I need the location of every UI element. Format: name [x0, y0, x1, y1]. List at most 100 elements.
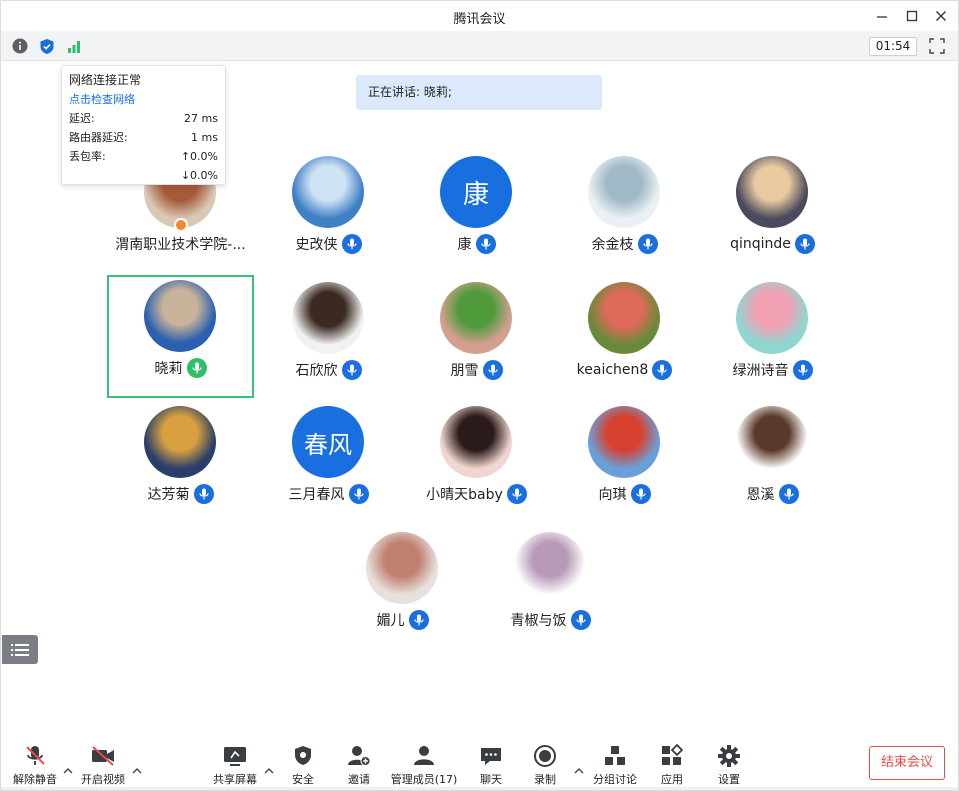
settings-label: 设置	[718, 773, 740, 786]
check-network-link[interactable]: 点击检查网络	[69, 90, 218, 109]
participant-name: 石欣欣	[295, 363, 338, 379]
avatar: 康	[440, 156, 512, 228]
video-off-icon	[90, 744, 116, 768]
participant-name: 青椒与饭	[510, 613, 567, 629]
breakout-rooms-button[interactable]: 分组讨论	[591, 744, 639, 788]
avatar	[292, 282, 364, 354]
participant-name: 绿洲诗音	[732, 363, 789, 379]
gear-icon	[716, 744, 742, 768]
avatar	[144, 280, 216, 352]
participant-name: 达芳菊	[147, 487, 190, 503]
apps-button[interactable]: 应用	[656, 744, 688, 788]
participant-tile[interactable]: qinqinde	[699, 151, 846, 274]
chat-icon	[478, 744, 504, 768]
share-screen-icon	[222, 744, 248, 768]
video-options-chevron-up-icon[interactable]	[132, 760, 142, 774]
participant-tile[interactable]: 康 康	[403, 151, 550, 274]
mic-icon	[193, 484, 214, 504]
participant-tile[interactable]: 朋雪	[403, 277, 550, 400]
share-screen-button[interactable]: 共享屏幕	[211, 744, 259, 788]
meeting-window: 腾讯会议 01:54 网络连接正常 点击检查网络 延迟: 27 ms 路由器延迟…	[0, 0, 959, 791]
chat-button[interactable]: 聊天	[475, 744, 507, 788]
chat-label: 聊天	[480, 773, 502, 786]
invite-button[interactable]: 邀请	[343, 744, 375, 788]
members-icon	[411, 744, 437, 768]
start-video-button[interactable]: 开启视频	[79, 744, 127, 788]
avatar	[736, 282, 808, 354]
mic-icon	[652, 360, 673, 380]
meeting-timer: 01:54	[869, 37, 917, 56]
record-options-chevron-up-icon[interactable]	[574, 760, 584, 774]
avatar-initial: 康	[462, 179, 489, 210]
packet-loss-down-row: ↓0.0%	[69, 166, 218, 185]
share-options-chevron-up-icon[interactable]	[264, 760, 274, 774]
packet-loss-label: 丢包率:	[69, 150, 106, 163]
participant-tile[interactable]: 绿洲诗音	[699, 277, 846, 400]
unmute-button[interactable]: 解除静音	[11, 744, 59, 788]
participant-tile[interactable]: keaichen8	[551, 277, 698, 400]
participant-name: 渭南职业技术学院-...	[115, 237, 246, 253]
maximize-icon[interactable]	[903, 7, 921, 25]
mic-muted-icon	[22, 744, 48, 768]
packet-loss-up-value: ↑0.0%	[180, 150, 218, 163]
list-icon	[11, 643, 29, 656]
mic-icon	[792, 360, 813, 380]
participant-tile[interactable]: 向琪	[551, 401, 698, 524]
participant-tile[interactable]: 达芳菊	[107, 401, 254, 524]
manage-members-button[interactable]: 管理成员(17)	[391, 744, 457, 788]
participant-tile[interactable]: 史改侠	[255, 151, 402, 274]
fullscreen-icon[interactable]	[929, 38, 947, 56]
participant-name: 小晴天baby	[426, 487, 503, 503]
participant-name: 余金枝	[591, 237, 634, 253]
participant-tile[interactable]: 媚儿	[329, 527, 476, 650]
close-icon[interactable]	[932, 7, 950, 25]
host-badge-icon	[174, 218, 188, 232]
mic-icon	[630, 484, 651, 504]
end-meeting-button[interactable]: 结束会议	[869, 746, 945, 780]
participant-name: 向琪	[598, 487, 627, 503]
latency-label: 延迟:	[69, 112, 95, 125]
mic-icon	[348, 484, 369, 504]
network-tooltip: 网络连接正常 点击检查网络 延迟: 27 ms 路由器延迟: 1 ms 丢包率:…	[61, 65, 226, 185]
network-status-title: 网络连接正常	[69, 73, 142, 87]
settings-button[interactable]: 设置	[713, 744, 745, 788]
member-list-toggle-button[interactable]	[2, 635, 38, 664]
record-label: 录制	[534, 773, 556, 786]
mic-icon	[341, 234, 362, 254]
participant-name: 三月春风	[288, 487, 345, 503]
latency-row: 延迟: 27 ms	[69, 109, 218, 128]
participant-name: 恩溪	[746, 487, 775, 503]
avatar	[588, 406, 660, 478]
minimize-icon[interactable]	[873, 7, 891, 25]
participant-tile[interactable]: 青椒与饭	[477, 527, 624, 650]
participant-name: keaichen8	[576, 362, 649, 378]
apps-grid-icon	[659, 744, 685, 768]
bottom-edge	[1, 787, 958, 790]
avatar	[736, 156, 808, 228]
apps-label: 应用	[661, 773, 683, 786]
avatar: 春风	[292, 406, 364, 478]
participant-tile[interactable]: 石欣欣	[255, 277, 402, 400]
window-title: 腾讯会议	[453, 12, 506, 27]
start-video-label: 开启视频	[81, 773, 125, 786]
audio-options-chevron-up-icon[interactable]	[63, 760, 73, 774]
participant-name: 史改侠	[295, 237, 338, 253]
mic-icon	[570, 610, 591, 630]
packet-loss-row: 丢包率: ↑0.0%	[69, 147, 218, 166]
mic-icon	[341, 360, 362, 380]
invite-label: 邀请	[348, 773, 370, 786]
network-signal-icon[interactable]	[66, 37, 84, 55]
participant-tile[interactable]: 恩溪	[699, 401, 846, 524]
record-icon	[532, 744, 558, 768]
avatar	[292, 156, 364, 228]
participant-name: 朋雪	[450, 363, 479, 379]
participant-tile[interactable]: 春风 三月春风	[255, 401, 402, 524]
security-button[interactable]: 安全	[287, 744, 319, 788]
participant-tile[interactable]: 余金枝	[551, 151, 698, 274]
participant-tile[interactable]: 小晴天baby	[403, 401, 550, 524]
record-button[interactable]: 录制	[529, 744, 561, 788]
info-icon[interactable]	[11, 37, 29, 55]
shield-icon[interactable]	[38, 37, 56, 55]
participant-tile-active-speaker[interactable]: 晓莉	[107, 275, 254, 398]
avatar	[366, 532, 438, 604]
